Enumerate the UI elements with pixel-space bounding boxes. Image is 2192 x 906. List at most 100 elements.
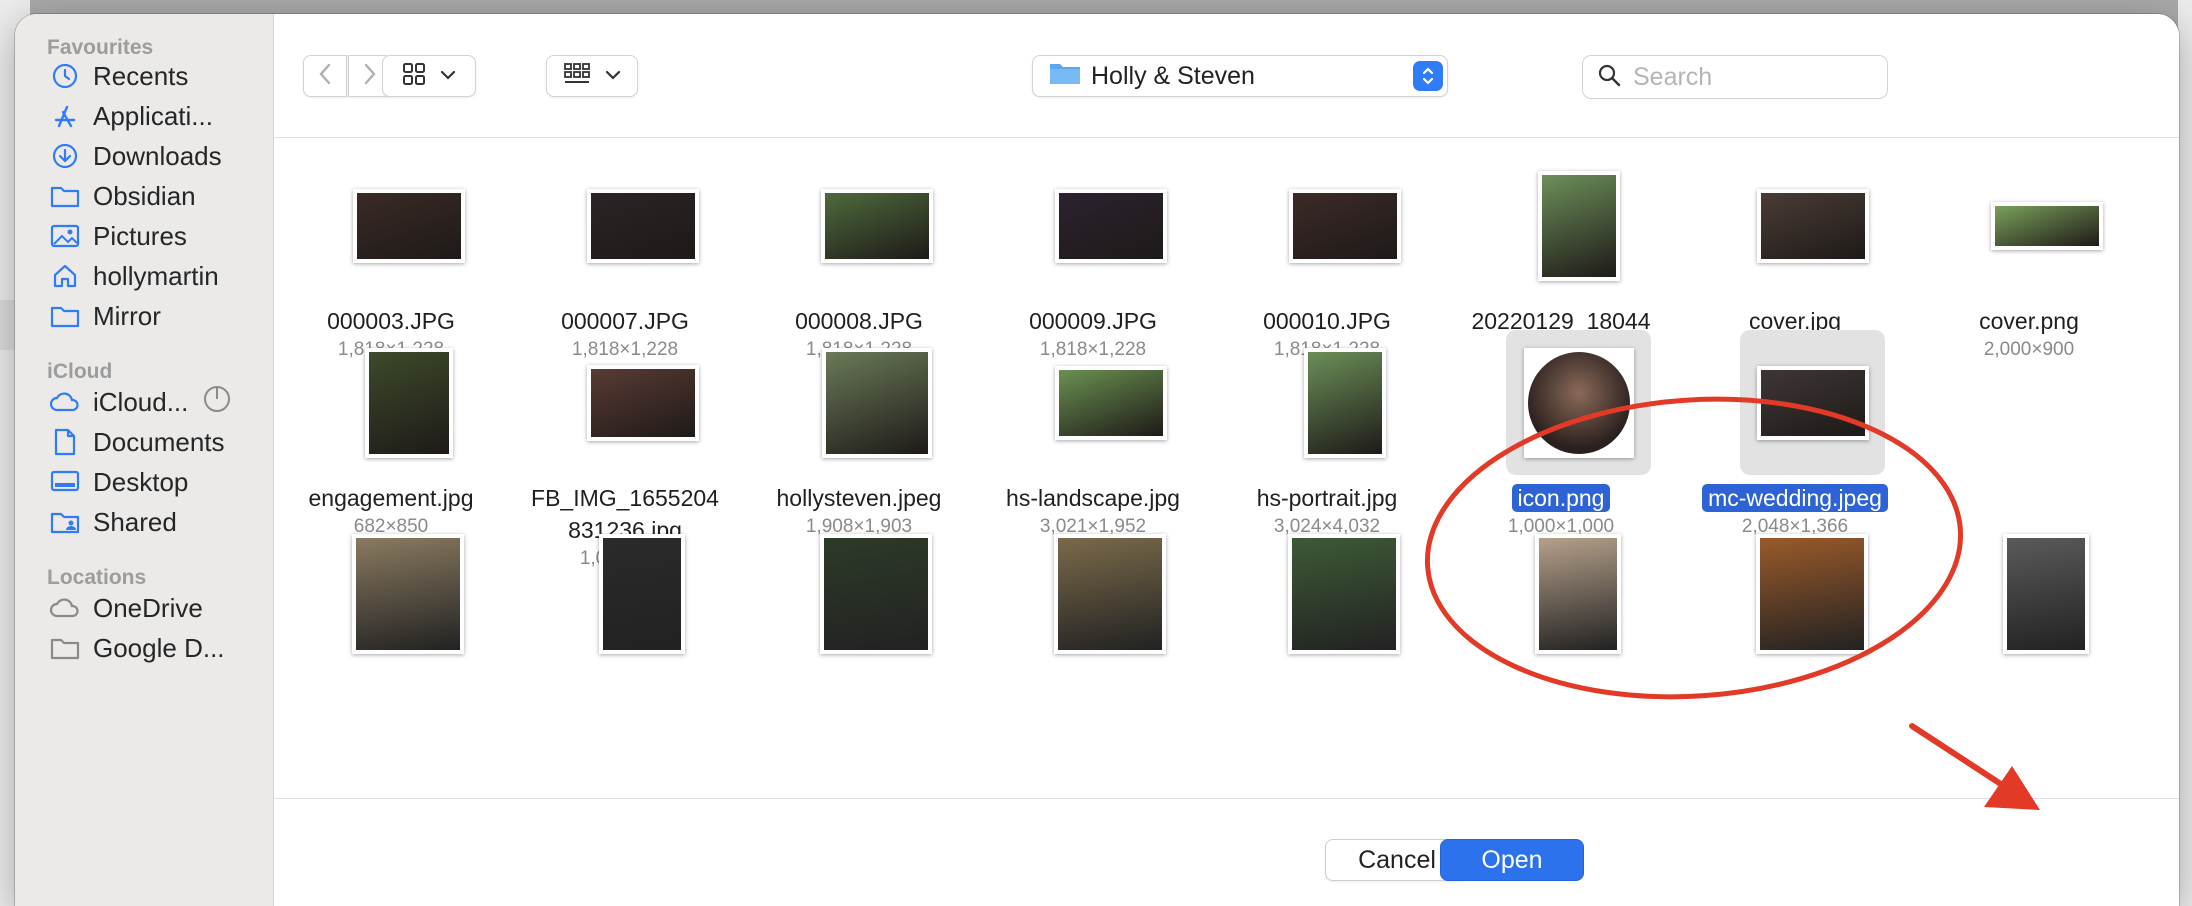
clock-icon xyxy=(49,60,81,92)
folder-icon xyxy=(49,300,81,332)
back-button[interactable] xyxy=(303,55,347,97)
thumbnail-frame xyxy=(1740,153,1885,298)
thumbnail-frame xyxy=(1974,153,2119,298)
sidebar-item-label: OneDrive xyxy=(93,592,203,623)
sidebar-item-documents[interactable]: Documents xyxy=(49,422,269,462)
pictures-icon xyxy=(49,220,81,252)
file-name: cover.png xyxy=(1979,308,2079,334)
file-thumbnail xyxy=(1535,534,1621,654)
thumbnail-frame xyxy=(1740,330,1885,475)
file-name: hs-landscape.jpg xyxy=(1006,485,1180,511)
sidebar-item-shared[interactable]: Shared xyxy=(49,502,269,542)
sidebar-section-icloud: iCloud xyxy=(47,360,113,383)
file-thumbnail xyxy=(820,534,932,654)
file-item[interactable] xyxy=(1444,516,1664,654)
folder-name: Holly & Steven xyxy=(1091,61,1255,90)
search-input[interactable] xyxy=(1633,62,1873,92)
file-item[interactable] xyxy=(274,516,494,654)
file-thumbnail xyxy=(1756,534,1868,654)
chevron-down-icon xyxy=(440,67,456,85)
folder-icon xyxy=(1049,60,1081,93)
sidebar-item-icloud-drive[interactable]: iCloud... xyxy=(49,382,269,422)
sidebar-item-label: Shared xyxy=(93,506,177,537)
background-right xyxy=(2178,0,2192,906)
home-icon xyxy=(49,260,81,292)
sidebar-item-google-drive[interactable]: Google D... xyxy=(49,628,269,668)
chevron-right-icon xyxy=(363,63,377,90)
sidebar-item-mirror[interactable]: Mirror xyxy=(49,296,269,336)
sidebar-item-obsidian[interactable]: Obsidian xyxy=(49,176,269,216)
popup-stepper-icon xyxy=(1413,61,1443,91)
file-thumbnail xyxy=(599,534,685,654)
file-thumbnail xyxy=(586,188,699,263)
file-dimensions: 2,000×900 xyxy=(1983,339,2075,360)
file-thumbnail xyxy=(1054,365,1167,440)
sidebar-item-onedrive[interactable]: OneDrive xyxy=(49,588,269,628)
sync-progress-icon xyxy=(202,384,232,421)
file-thumbnail xyxy=(1054,188,1167,263)
sidebar-item-recents[interactable]: Recents xyxy=(49,56,269,96)
folder-icon xyxy=(49,180,81,212)
view-mode-button[interactable] xyxy=(382,55,476,97)
file-thumbnail xyxy=(1756,188,1869,263)
file-thumbnail xyxy=(1523,347,1634,458)
file-thumbnail xyxy=(820,188,933,263)
file-name: hollysteven.jpeg xyxy=(776,485,942,511)
sidebar-item-desktop[interactable]: Desktop xyxy=(49,462,269,502)
file-thumbnail xyxy=(821,347,932,458)
sidebar-item-pictures[interactable]: Pictures xyxy=(49,216,269,256)
chevron-left-icon xyxy=(318,63,332,90)
sidebar-item-downloads[interactable]: Downloads xyxy=(49,136,269,176)
thumbnail-frame xyxy=(1272,330,1417,475)
thumbnail-frame xyxy=(1038,153,1183,298)
group-by-button[interactable] xyxy=(546,55,638,97)
sidebar: Favourites Recents Applicati... Download… xyxy=(15,14,274,906)
file-grid: 000003.JPG1,818×1,228000007.JPG1,818×1,2… xyxy=(274,138,2179,798)
dialog-footer: Cancel Open xyxy=(274,798,2179,906)
file-item[interactable] xyxy=(1912,516,2132,654)
thumbnail-frame xyxy=(804,330,949,475)
thumbnail-frame xyxy=(1506,153,1651,298)
folder-path-popup[interactable]: Holly & Steven xyxy=(1032,55,1448,97)
sidebar-item-label: Applicati... xyxy=(93,100,213,131)
sidebar-item-label: Google D... xyxy=(93,632,225,663)
file-name: icon.png xyxy=(1444,482,1678,514)
download-icon xyxy=(49,140,81,172)
file-item[interactable] xyxy=(742,516,962,654)
file-name: hs-portrait.jpg xyxy=(1256,485,1398,511)
thumbnail-frame xyxy=(570,153,715,298)
group-grid-icon xyxy=(563,62,591,91)
file-thumbnail xyxy=(1288,188,1401,263)
cloud-icon xyxy=(49,592,81,624)
search-field[interactable] xyxy=(1582,55,1888,99)
thumbnail-frame xyxy=(336,330,481,475)
file-thumbnail xyxy=(1288,534,1400,654)
open-file-dialog: Favourites Recents Applicati... Download… xyxy=(15,14,2179,906)
file-item[interactable] xyxy=(976,516,1196,654)
sidebar-item-label: Recents xyxy=(93,60,189,91)
thumbnail-frame xyxy=(804,153,949,298)
circle-photo xyxy=(1527,351,1630,454)
file-item[interactable] xyxy=(1678,516,1898,654)
icon-grid-icon xyxy=(402,62,426,91)
sidebar-item-label: iCloud... xyxy=(93,386,189,417)
sidebar-item-label: Desktop xyxy=(93,466,189,497)
file-thumbnail xyxy=(1303,347,1386,458)
file-item[interactable] xyxy=(1210,516,1430,654)
file-item[interactable]: cover.png 2,000×900 xyxy=(1912,153,2132,383)
applications-icon xyxy=(49,100,81,132)
file-thumbnail xyxy=(1537,170,1620,281)
file-thumbnail xyxy=(1990,201,2103,250)
sidebar-item-label: Obsidian xyxy=(93,180,196,211)
file-thumbnail xyxy=(352,534,464,654)
sidebar-item-label: Pictures xyxy=(93,220,187,251)
sidebar-item-label: hollymartin xyxy=(93,260,219,291)
open-button[interactable]: Open xyxy=(1440,839,1584,881)
file-thumbnail xyxy=(1054,534,1166,654)
sidebar-section-locations: Locations xyxy=(47,566,147,589)
selected-file-name: icon.png xyxy=(1511,484,1611,512)
sidebar-item-applications[interactable]: Applicati... xyxy=(49,96,269,136)
sidebar-item-home[interactable]: hollymartin xyxy=(49,256,269,296)
file-thumbnail xyxy=(1756,365,1869,440)
file-item[interactable] xyxy=(508,516,728,654)
